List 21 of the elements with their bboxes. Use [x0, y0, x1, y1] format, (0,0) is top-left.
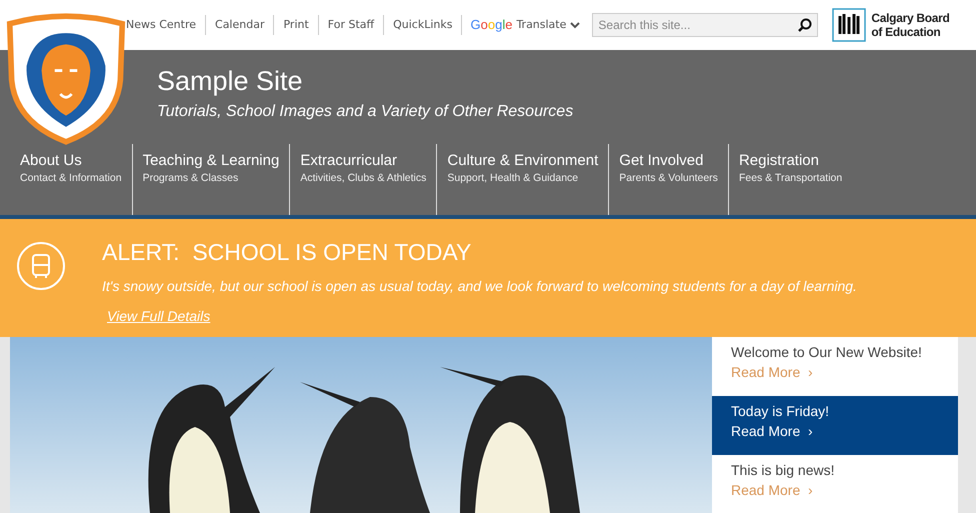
news-item[interactable]: Today is Friday! Read More ›	[712, 396, 958, 455]
search-icon[interactable]	[798, 18, 812, 32]
nav-item[interactable]: About Us Contact & Information	[10, 144, 132, 215]
translate-button[interactable]: Google Translate	[461, 15, 588, 35]
top-link[interactable]: For Staff	[318, 15, 384, 35]
alert-title: ALERT: SCHOOL IS OPEN TODAY	[102, 239, 472, 266]
board-logo-text: Calgary Board of Education	[871, 11, 950, 39]
site-tagline: Tutorials, School Images and a Variety of Other Resources	[157, 103, 574, 121]
top-link[interactable]: Calendar	[205, 15, 274, 35]
news-title: This is big news!	[731, 462, 836, 478]
news-title: Today is Friday!	[731, 403, 830, 420]
alert-message: It's snowy outside, but our school is open as usual today, and we look forward to welcoming students for a day of learning.	[102, 278, 857, 294]
bus-icon	[16, 241, 66, 291]
top-link[interactable]: Print	[273, 15, 318, 35]
site-title: Sample Site	[157, 66, 304, 97]
read-more-link[interactable]: Read More ›	[731, 423, 813, 440]
news-title: Welcome to Our New Website!	[731, 344, 923, 360]
chevron-down-icon	[570, 21, 580, 29]
top-link[interactable]: News Centre	[126, 15, 206, 35]
search-field[interactable]: Search this site...	[592, 13, 818, 37]
top-link[interactable]: QuickLinks	[383, 15, 462, 35]
